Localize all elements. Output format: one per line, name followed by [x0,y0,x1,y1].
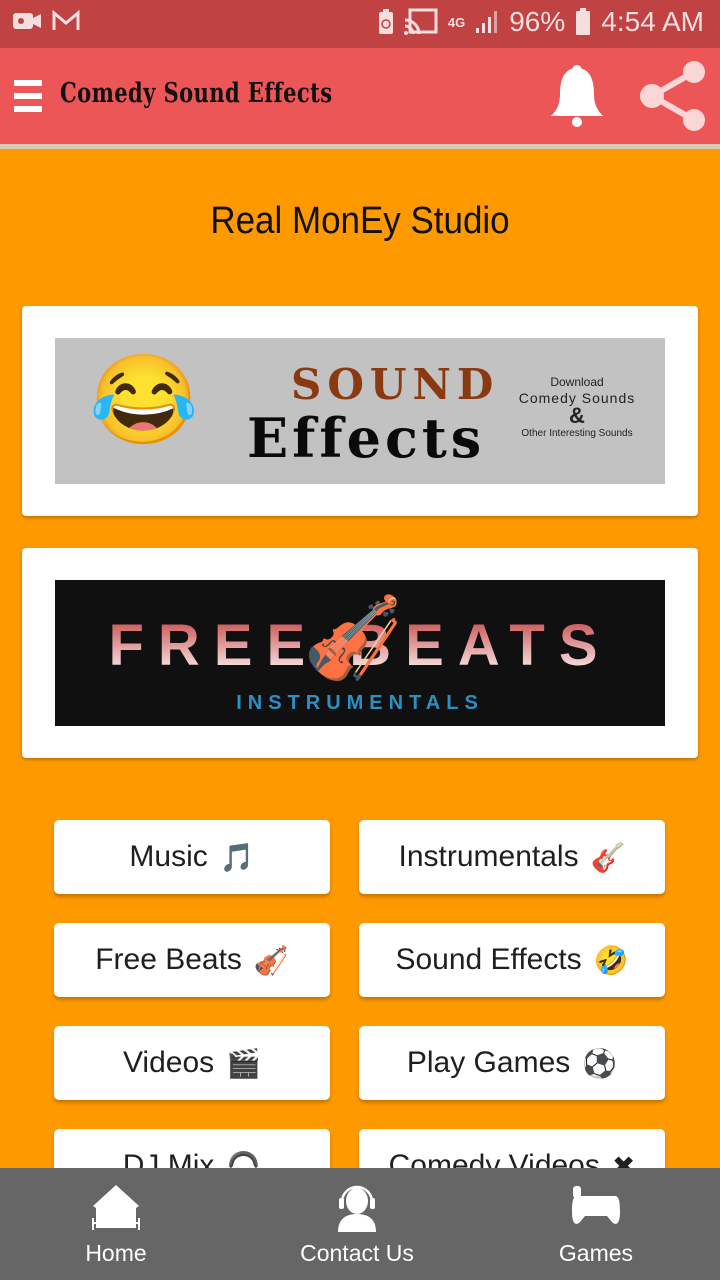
banner-side-line1: Download [550,375,604,389]
violin-icon: 🎻 [253,944,289,976]
button-label: Music [129,840,208,873]
gamepad-icon [572,1186,620,1224]
button-label: Sound Effects [395,943,582,976]
rofl-emoji-icon: 🤣 [593,944,629,976]
clapper-board-icon: 🎬 [226,1047,262,1079]
nav-contact-us[interactable]: Contact Us [267,1168,447,1280]
nav-games[interactable]: Games [506,1168,686,1280]
hamburger-menu-icon[interactable] [14,80,42,114]
app-title: Comedy Sound Effects [60,78,333,109]
guitar-icon: 🎸 [590,841,626,873]
app-bar-divider [0,144,720,149]
bell-icon[interactable] [548,62,606,128]
laughing-emoji-icon: 😂 [89,350,199,449]
banner-side-line3: Other Interesting Sounds [521,428,633,439]
cast-icon [403,8,438,35]
clock: 4:54 AM [601,6,704,37]
banner-side-text: Download Comedy Sounds & Other Interesti… [507,374,647,442]
sound-effects-button[interactable]: Sound Effects 🤣 [359,923,665,997]
nav-label: Games [558,1240,634,1266]
instrumentals-button[interactable]: Instrumentals 🎸 [359,820,665,894]
soccer-ball-icon: ⚽ [582,1047,618,1079]
button-label: Videos [122,1046,215,1079]
free-beats-card[interactable]: FREE BEATS 🎻 INSTRUMENTALS [22,548,698,758]
free-beats-banner[interactable]: FREE BEATS 🎻 INSTRUMENTALS [55,580,665,726]
network-type: 4G [447,14,466,30]
battery-icon [576,8,591,35]
banner-subtitle: INSTRUMENTALS [236,692,484,714]
music-button[interactable]: Music 🎵 [54,820,330,894]
battery-saver-icon [378,9,393,34]
free-beats-button[interactable]: Free Beats 🎻 [54,923,330,997]
play-games-button[interactable]: Play Games ⚽ [359,1026,665,1100]
violin-icon: 🎻 [303,593,403,682]
banner-title-top: SOUND [291,360,500,409]
gmail-icon [52,10,80,30]
signal-icon [476,11,498,33]
button-label: Play Games [406,1046,571,1079]
music-note-icon: 🎵 [219,841,255,873]
bottom-navigation: Home Contact Us Games [0,1168,720,1280]
nav-home[interactable]: Home [26,1168,206,1280]
share-icon[interactable] [638,60,708,132]
home-icon [92,1185,140,1230]
video-camera-icon [13,13,41,29]
nav-label: Home [85,1240,147,1266]
videos-button[interactable]: Videos 🎬 [54,1026,330,1100]
sound-effects-banner[interactable]: 😂 SOUND Effects Download Comedy Sounds &… [55,338,665,484]
nav-label: Contact Us [300,1240,414,1266]
sound-effects-card[interactable]: 😂 SOUND Effects Download Comedy Sounds &… [22,306,698,516]
button-label: Free Beats [95,943,242,976]
button-label: Instrumentals [398,840,579,873]
headset-user-icon [338,1185,376,1232]
page-heading: Real MonEy Studio [210,200,510,242]
status-bar: 4G 96% 4:54 AM [0,0,720,48]
battery-percent: 96% [509,6,566,37]
banner-side-amp: & [569,403,585,428]
banner-title-bottom: Effects [247,406,486,470]
